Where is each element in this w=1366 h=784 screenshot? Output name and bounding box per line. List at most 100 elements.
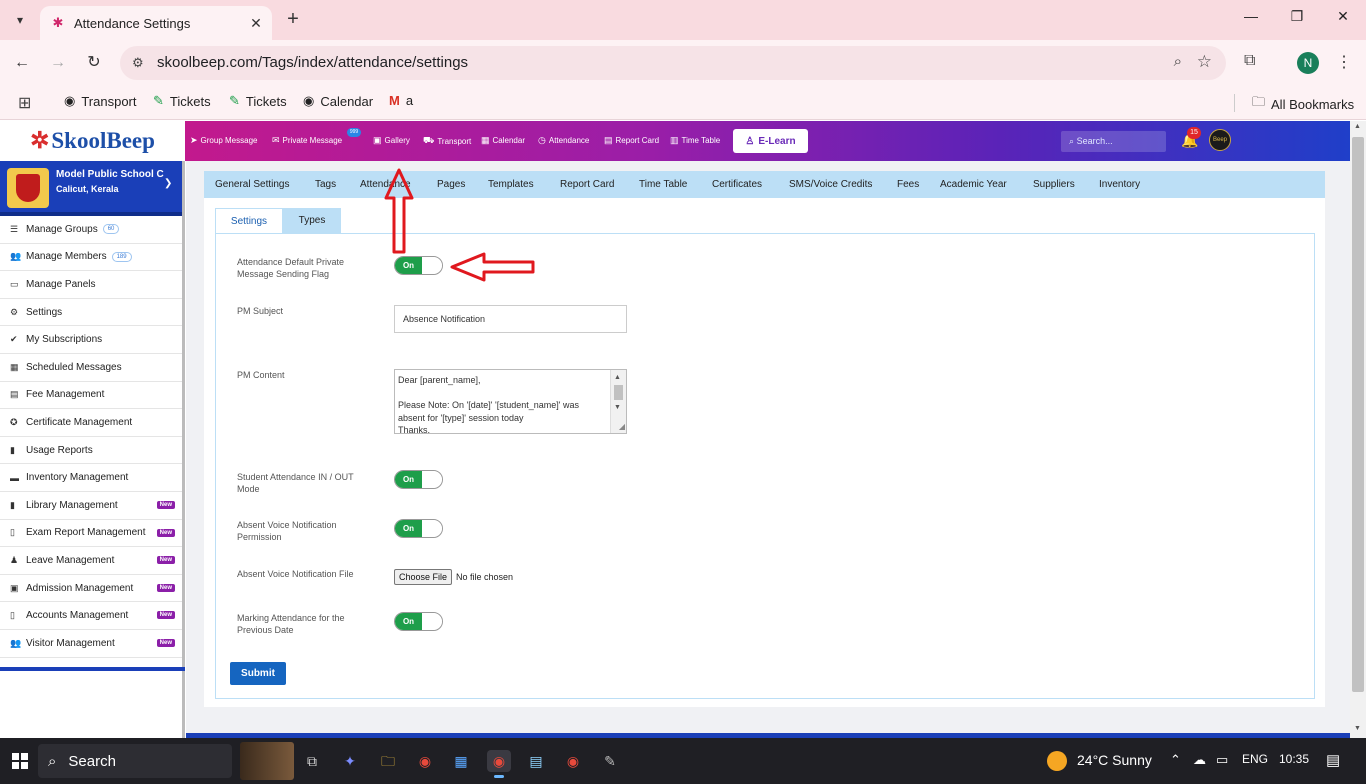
subnav-certificates[interactable]: Certificates: [712, 179, 762, 190]
minimize-button[interactable]: —: [1228, 8, 1274, 24]
nav-transport[interactable]: ⛟ Transport: [423, 135, 471, 147]
nav-private-message[interactable]: ✉ Private Message: [272, 135, 342, 146]
copilot-icon[interactable]: ✦: [338, 750, 362, 772]
tab-search-dropdown[interactable]: ▾: [8, 8, 32, 32]
restore-button[interactable]: ❐: [1274, 8, 1320, 25]
chrome-active-icon[interactable]: ◉: [487, 750, 511, 778]
sidebar-item-manage-panels[interactable]: ▭ Manage Panels: [0, 271, 182, 299]
profile-avatar[interactable]: N: [1297, 52, 1319, 74]
close-window-button[interactable]: ✕: [1320, 8, 1366, 25]
sidebar-item-library-management[interactable]: ▮ Library Management New: [0, 492, 182, 520]
nav-calendar[interactable]: ▦ Calendar: [481, 135, 525, 146]
subnav-report-card[interactable]: Report Card: [560, 179, 614, 190]
sidebar-item-admission-management[interactable]: ▣ Admission Management New: [0, 575, 182, 603]
paint-icon[interactable]: ✎: [598, 750, 622, 772]
nav-gallery[interactable]: ▣ Gallery: [373, 135, 410, 146]
sidebar-item-visitor-management[interactable]: 👥 Visitor Management New: [0, 630, 182, 658]
scroll-down-icon[interactable]: ▼: [614, 402, 621, 415]
browser-tab[interactable]: ✱ Attendance Settings ✕: [40, 6, 272, 40]
language-indicator[interactable]: ENG: [1242, 752, 1268, 766]
sidebar-item-accounts-management[interactable]: ▯ Accounts Management New: [0, 602, 182, 630]
sidebar-item-fee-management[interactable]: ▤ Fee Management: [0, 382, 182, 410]
sidebar-item-certificate-management[interactable]: ✪ Certificate Management: [0, 409, 182, 437]
prev-date-toggle[interactable]: On: [394, 612, 443, 631]
skoolbeep-logo[interactable]: ✲ SkoolBeep: [0, 121, 185, 161]
scroll-down-icon[interactable]: ▼: [1354, 725, 1361, 732]
bookmark-star-icon[interactable]: ☆: [1197, 52, 1212, 72]
subnav-attendance[interactable]: Attendance: [360, 179, 411, 190]
back-button[interactable]: ←: [11, 52, 33, 74]
subnav-tags[interactable]: Tags: [315, 179, 336, 190]
sidebar-item-manage-members[interactable]: 👥 Manage Members 189: [0, 244, 182, 272]
notepad-icon[interactable]: ▤: [524, 750, 548, 772]
apps-grid-icon[interactable]: ⊞: [18, 93, 31, 113]
inout-mode-toggle[interactable]: On: [394, 470, 443, 489]
all-bookmarks[interactable]: 🗀 All Bookmarks: [1252, 93, 1354, 115]
subnav-fees[interactable]: Fees: [897, 179, 919, 190]
chrome-menu-icon[interactable]: ⋮: [1336, 52, 1352, 72]
file-explorer-icon[interactable]: 🗀: [376, 750, 400, 772]
chrome-profile-icon[interactable]: ◉: [561, 750, 585, 772]
windows-start-icon[interactable]: [12, 753, 28, 769]
resize-handle-icon[interactable]: ◢: [619, 421, 625, 434]
tab-types[interactable]: Types: [283, 208, 341, 233]
battery-icon[interactable]: ▭: [1216, 752, 1228, 768]
nav-group-message[interactable]: ➤ Group Message: [190, 135, 257, 146]
school-selector[interactable]: Model Public School C Calicut, Kerala ❯: [0, 161, 182, 216]
subnav-time-table[interactable]: Time Table: [639, 179, 687, 190]
scroll-up-icon[interactable]: ▲: [614, 372, 621, 385]
sidebar-item-manage-groups[interactable]: ☰ Manage Groups 60: [0, 216, 182, 244]
bookmark-calendar[interactable]: ◉ Calendar: [303, 93, 373, 109]
choose-file-button[interactable]: Choose File: [394, 569, 453, 585]
subnav-inventory[interactable]: Inventory: [1099, 179, 1140, 190]
subnav-suppliers[interactable]: Suppliers: [1033, 179, 1075, 190]
top-search-input[interactable]: ⌕ Search...: [1061, 131, 1166, 152]
clock[interactable]: 10:35: [1279, 752, 1309, 766]
zoom-icon[interactable]: ⌕: [1174, 53, 1182, 70]
reload-button[interactable]: ↻: [83, 52, 105, 74]
forward-button[interactable]: →: [47, 52, 69, 74]
elearn-button[interactable]: ♙ E-Learn: [733, 129, 808, 153]
onedrive-icon[interactable]: ☁: [1193, 752, 1206, 768]
subnav-pages[interactable]: Pages: [437, 179, 465, 190]
sidebar-item-my-subscriptions[interactable]: ✔ My Subscriptions: [0, 326, 182, 354]
nav-time-table[interactable]: ▥ Time Table: [670, 135, 720, 146]
subnav-general-settings[interactable]: General Settings: [215, 179, 290, 190]
site-info-icon[interactable]: ⚙: [132, 55, 144, 71]
chevron-down-icon[interactable]: ❯: [164, 178, 172, 189]
voice-permission-toggle[interactable]: On: [394, 519, 443, 538]
user-avatar[interactable]: Beep: [1209, 129, 1231, 151]
sidebar-item-exam-report-management[interactable]: ▯ Exam Report Management New: [0, 520, 182, 548]
subnav-sms-voice-credits[interactable]: SMS/Voice Credits: [789, 179, 872, 190]
sidebar-item-settings[interactable]: ⚙ Settings: [0, 299, 182, 327]
tray-chevron-up-icon[interactable]: ⌃: [1170, 752, 1181, 768]
close-tab-icon[interactable]: ✕: [246, 15, 266, 32]
scroll-thumb[interactable]: [614, 385, 623, 400]
pm-subject-input[interactable]: [394, 305, 627, 333]
subnav-templates[interactable]: Templates: [488, 179, 534, 190]
submit-button[interactable]: Submit: [230, 662, 286, 685]
tab-settings[interactable]: Settings: [215, 208, 283, 233]
chrome-icon[interactable]: ◉: [413, 750, 437, 772]
page-scroll-thumb[interactable]: [1352, 137, 1364, 692]
subnav-academic-year[interactable]: Academic Year: [940, 179, 1007, 190]
address-bar[interactable]: ⚙ skoolbeep.com/Tags/index/attendance/se…: [120, 46, 1226, 80]
new-tab-button[interactable]: +: [282, 8, 304, 31]
sidebar-item-usage-reports[interactable]: ▮ Usage Reports: [0, 437, 182, 465]
nav-report-card[interactable]: ▤ Report Card: [604, 135, 659, 146]
pm-flag-toggle[interactable]: On: [394, 256, 443, 275]
page-scrollbar[interactable]: ▲ ▼: [1350, 121, 1366, 738]
notification-center-icon[interactable]: ▤: [1326, 751, 1340, 769]
bookmark-transport[interactable]: ◉ Transport: [64, 93, 137, 109]
store-icon[interactable]: ▦: [449, 750, 473, 772]
sidebar-item-scheduled-messages[interactable]: ▦ Scheduled Messages: [0, 354, 182, 382]
extensions-icon[interactable]: ⧉: [1244, 52, 1255, 70]
weather-sun-icon[interactable]: [1047, 751, 1067, 771]
nav-attendance[interactable]: ◷ Attendance: [538, 135, 589, 146]
bookmark-gmail[interactable]: Ma: [389, 93, 413, 108]
task-view-icon[interactable]: ⧉: [300, 750, 324, 772]
bookmark-tickets-1[interactable]: ✎ Tickets: [153, 93, 211, 109]
sidebar-item-inventory-management[interactable]: ▬ Inventory Management: [0, 464, 182, 492]
search-highlight-image[interactable]: [240, 742, 294, 780]
pm-content-textarea[interactable]: Dear [parent_name], Please Note: On '[da…: [394, 369, 627, 434]
